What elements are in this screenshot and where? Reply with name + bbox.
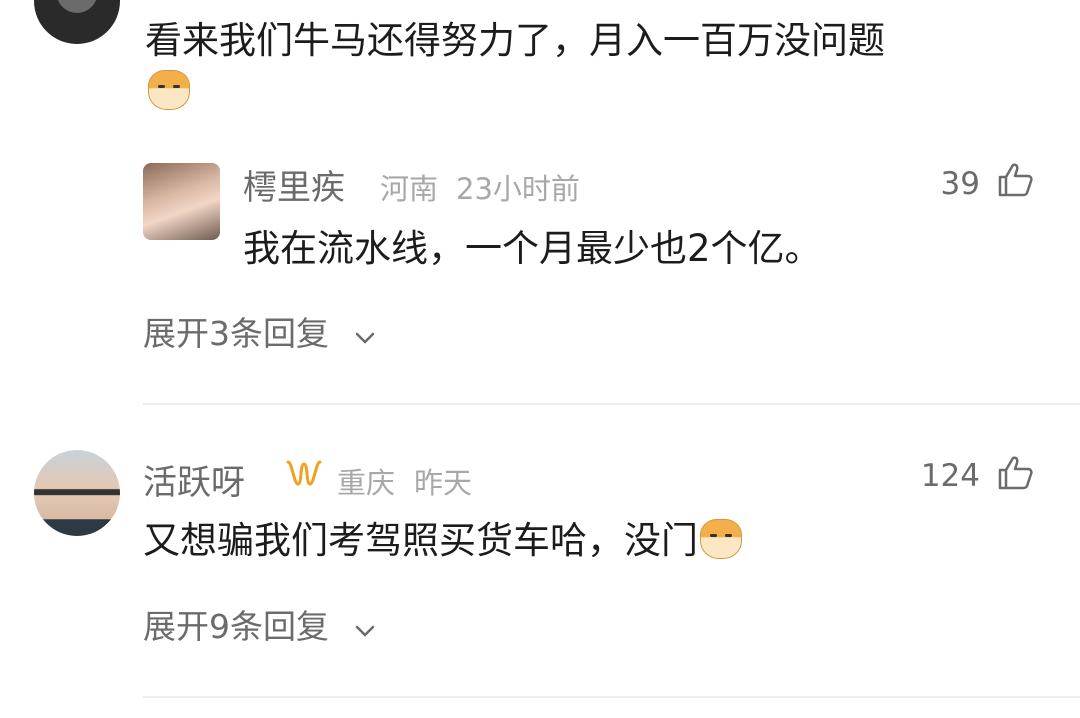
comment-text: 看来我们牛马还得努力了，月入一百万没问题 bbox=[145, 19, 885, 62]
comment-time: 昨天 bbox=[414, 466, 473, 500]
expand-replies-button[interactable]: 展开9条回复 bbox=[143, 600, 376, 648]
avatar[interactable] bbox=[143, 163, 220, 240]
username[interactable]: 活跃呀 bbox=[143, 455, 245, 504]
comment-time: 23小时前 bbox=[456, 172, 580, 206]
avatar[interactable] bbox=[34, 450, 120, 536]
username[interactable]: 樗里疾 bbox=[243, 160, 345, 209]
comment-text-body: 又想骗我们考驾照买货车哈，没门 bbox=[143, 519, 698, 562]
vip-badge-icon bbox=[286, 460, 322, 486]
comment-text: 又想骗我们考驾照买货车哈，没门 bbox=[143, 510, 742, 564]
expand-replies-label: 展开9条回复 bbox=[143, 607, 329, 646]
like-count: 124 bbox=[920, 458, 980, 494]
chevron-down-icon bbox=[355, 332, 374, 344]
doge-emoji-icon bbox=[700, 519, 742, 559]
like-icon[interactable] bbox=[996, 162, 1034, 198]
chevron-down-icon bbox=[355, 625, 374, 637]
comment-location: 重庆 bbox=[337, 466, 396, 500]
comment-location: 河南 bbox=[380, 172, 439, 206]
like-count: 39 bbox=[940, 166, 980, 202]
expand-replies-button[interactable]: 展开3条回复 bbox=[143, 307, 376, 355]
doge-emoji-icon bbox=[148, 70, 190, 110]
avatar[interactable] bbox=[34, 0, 120, 44]
divider bbox=[143, 403, 1080, 405]
comment-text: 我在流水线，一个月最少也2个亿。 bbox=[243, 227, 822, 270]
expand-replies-label: 展开3条回复 bbox=[143, 314, 329, 353]
like-icon[interactable] bbox=[996, 455, 1034, 491]
divider bbox=[143, 696, 1080, 698]
